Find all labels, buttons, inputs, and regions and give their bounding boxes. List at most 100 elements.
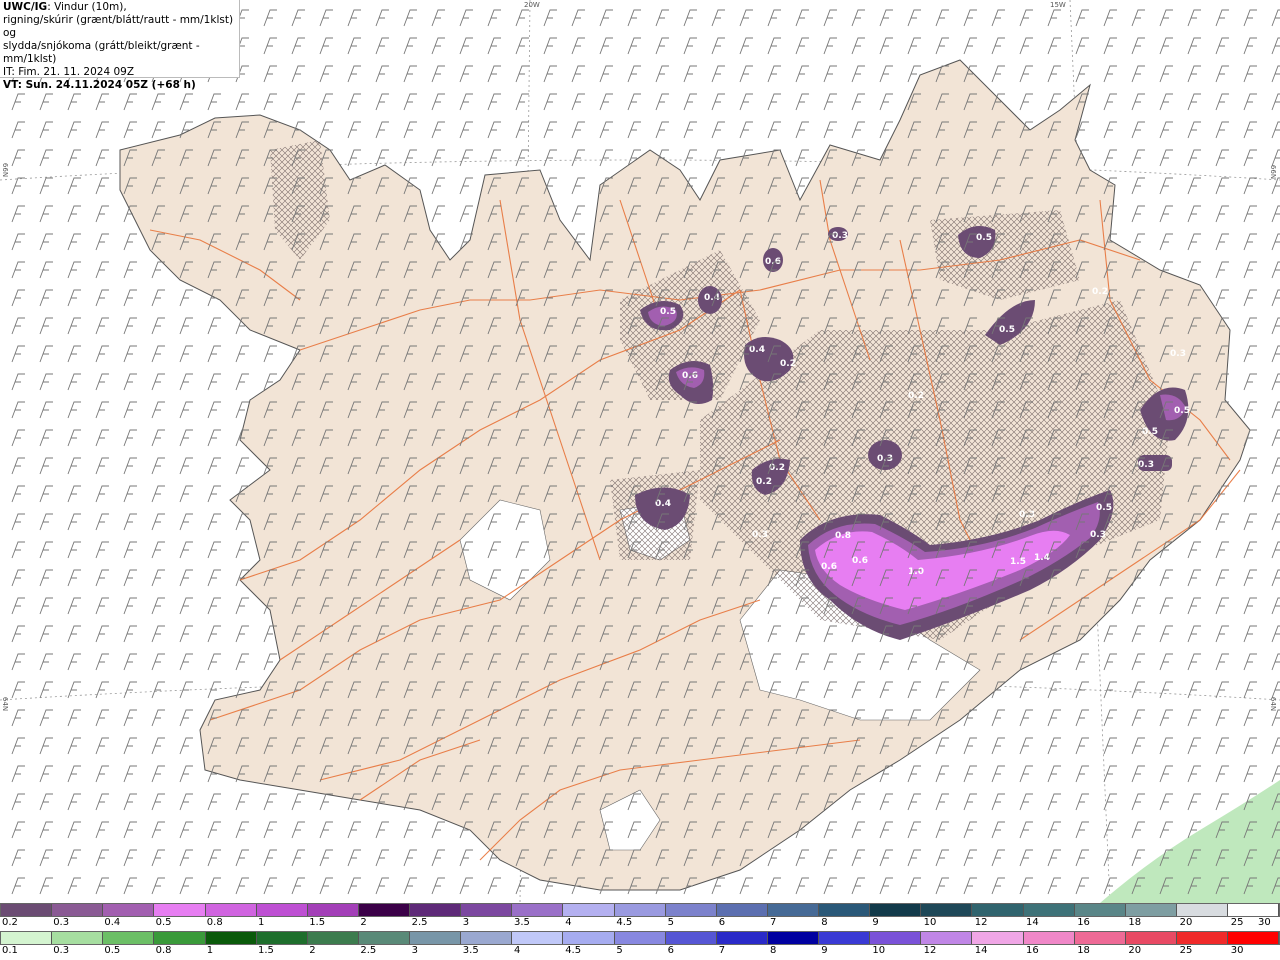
snow-color-scale: 0.2 0.3 0.4 0.5 0.8 1 1.5 2 2.5 3 3.5 4 4.5 5 6 7 8 9 10 12… (0, 903, 1280, 931)
scale-swatch (461, 932, 513, 944)
lat-label-64n-right: 64N (1269, 696, 1278, 712)
lat-label-66n-left: 66N (1, 162, 10, 178)
precip-label: 0.2 (780, 359, 796, 369)
scale-label: 30 (1258, 917, 1271, 928)
scale-label: 20 (1179, 917, 1193, 928)
lon-label-15w: 15W (1050, 1, 1066, 9)
scale-label: 2.5 (411, 917, 428, 928)
scale-label: 1.5 (258, 945, 274, 956)
scale-swatch (307, 932, 359, 944)
scale-swatch (563, 904, 615, 916)
precip-label: 0.5 (1142, 427, 1158, 437)
precip-label: 1.5 (1010, 557, 1026, 567)
scale-swatch (461, 904, 513, 916)
precip-label: 0.6 (821, 562, 837, 572)
rain-color-scale: 0.1 0.3 0.5 0.8 1 1.5 2 2.5 3 3.5 4 4.5 5 6 7 8 9 10 12 14 1… (0, 931, 1280, 959)
scale-label: 2 (309, 945, 316, 956)
scale-label: 2.5 (360, 945, 377, 956)
scale-swatch (870, 932, 922, 944)
scale-swatch (1074, 904, 1126, 916)
precip-label: 0.4 (655, 499, 671, 509)
scale-label: 0.8 (155, 945, 172, 956)
scale-label: 18 (1128, 917, 1142, 928)
precip-label: 0.2 (1092, 287, 1108, 297)
valid-time: VT: Sun. 24.11.2024 05Z (+68 h) (3, 79, 196, 91)
scale-label: 25 (1179, 945, 1193, 956)
scale-label: 9 (872, 917, 879, 928)
scale-swatch (921, 904, 973, 916)
scale-label: 8 (770, 945, 777, 956)
scale-label: 30 (1230, 945, 1244, 956)
scale-swatch (665, 932, 717, 944)
scale-swatch (1023, 932, 1075, 944)
scale-swatch (358, 932, 410, 944)
scale-label: 3 (411, 945, 418, 956)
scale-label: 10 (872, 945, 886, 956)
scale-label: 14 (974, 945, 988, 956)
scale-swatch (1228, 904, 1280, 916)
precip-label: 0.5 (1096, 503, 1112, 513)
scale-swatch (614, 904, 666, 916)
description-line-3: slydda/snjókoma (grátt/bleikt/grænt - mm… (3, 40, 200, 65)
scale-swatch (307, 904, 359, 916)
scale-label: 4.5 (565, 945, 582, 956)
precip-label: 0.6 (852, 556, 868, 566)
precip-label: 0.3 (752, 530, 768, 540)
description-line-1: : Vindur (10m), (47, 1, 127, 13)
scale-label: 9 (821, 945, 828, 956)
scale-label: 4 (514, 945, 521, 956)
scale-label: 1.5 (309, 917, 326, 928)
scale-label: 5 (616, 945, 623, 956)
scale-label: 5 (667, 917, 674, 928)
precip-label: 0.3 (1170, 349, 1186, 359)
scale-label: 14 (1026, 917, 1039, 928)
lat-label-64n-left: 64N (1, 696, 10, 712)
scale-label: 3.5 (514, 917, 530, 928)
scale-label: 7 (718, 945, 726, 956)
scale-swatch (819, 932, 871, 944)
scale-swatch (103, 932, 155, 944)
rain-scale-labels: 0.1 0.3 0.5 0.8 1 1.5 2 2.5 3 3.5 4 4.5 5 6 7 8 9 10 12 14 1… (0, 945, 1280, 959)
scale-swatch (410, 904, 462, 916)
precip-label: 1.4 (1034, 553, 1050, 563)
scale-swatch (716, 932, 768, 944)
scale-label: 0.4 (104, 917, 121, 928)
scale-swatch (512, 932, 564, 944)
scale-swatch (1228, 932, 1280, 944)
scale-label: 0.8 (206, 917, 223, 928)
scale-swatch (819, 904, 871, 916)
scale-swatch (1176, 932, 1228, 944)
scale-swatch (154, 932, 206, 944)
scale-label: 18 (1077, 945, 1090, 956)
scale-label: 4.5 (616, 917, 633, 928)
scale-label: 16 (1026, 945, 1039, 956)
scale-swatch (52, 904, 104, 916)
scale-swatch (921, 932, 973, 944)
scale-swatch (1125, 904, 1177, 916)
scale-label: 0.1 (2, 945, 18, 956)
precip-label: 0.3 (1138, 460, 1154, 470)
rain-scale-bar (0, 931, 1280, 945)
scale-swatch (52, 932, 104, 944)
scale-swatch (716, 904, 768, 916)
scale-label: 0.5 (104, 945, 121, 956)
scale-label: 6 (718, 917, 726, 928)
precip-label: 0.3 (877, 454, 893, 464)
scale-label: 0.3 (53, 917, 70, 928)
precip-label: 0.5 (976, 233, 992, 243)
scale-label: 12 (923, 945, 937, 956)
precip-label: 0.5 (999, 325, 1015, 335)
scale-swatch (1023, 904, 1075, 916)
map-legend-header: UWC/IG: Vindur (10m), rigning/skúrir (gr… (0, 0, 240, 91)
lon-label-20w: 20W (524, 1, 540, 9)
scale-label: 2 (360, 917, 367, 928)
scale-label: 7 (770, 917, 777, 928)
precip-label: 1.0 (908, 567, 924, 577)
precip-label: 0.3 (832, 231, 848, 241)
init-time: IT: Fim. 21. 11. 2024 09Z (3, 66, 135, 78)
scale-label: 0.5 (155, 917, 172, 928)
weather-map: 0.5 0.4 0.6 0.3 0.5 0.5 0.4 0.2 0.6 0.2 … (0, 0, 1280, 903)
precip-label: 0.2 (756, 477, 772, 487)
scale-label: 3 (462, 917, 470, 928)
scale-label: 20 (1128, 945, 1142, 956)
